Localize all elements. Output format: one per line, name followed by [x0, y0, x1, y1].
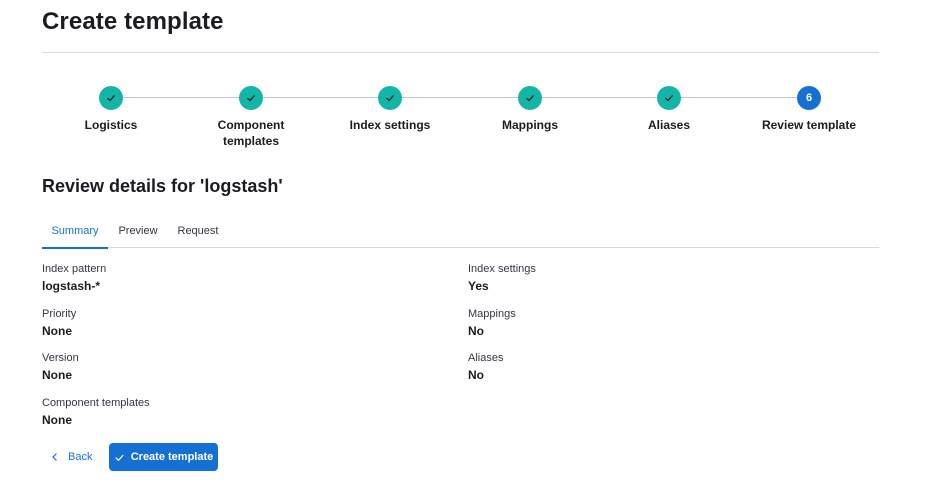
tab-summary[interactable]: Summary [42, 220, 108, 249]
summary-label: Priority [42, 308, 77, 320]
step-title: Aliases [647, 118, 691, 132]
summary-value: No [468, 324, 484, 338]
step-mappings[interactable]: Mappings [460, 86, 600, 133]
check-icon [518, 86, 542, 110]
step-component-templates[interactable]: Component templates [181, 86, 321, 149]
summary-value: None [42, 324, 72, 338]
title-divider [42, 52, 879, 53]
summary-index-settings: Index settings Yes [468, 262, 536, 294]
steps-progress: Logistics Component templates Index sett… [42, 86, 879, 156]
summary-component-templates: Component templates None [42, 396, 150, 428]
step-title: Logistics [84, 118, 138, 132]
summary-mappings: Mappings No [468, 307, 516, 339]
step-title: Component templates [217, 118, 285, 148]
summary-label: Index pattern [42, 263, 107, 275]
back-button[interactable]: Back [42, 444, 100, 470]
back-label: Back [68, 451, 93, 463]
tab-request[interactable]: Request [168, 220, 228, 248]
summary-label: Component templates [42, 397, 150, 409]
chevron-left-icon [52, 453, 57, 461]
summary-label: Mappings [468, 308, 516, 320]
page-title: Create template [42, 8, 224, 35]
summary-value: None [42, 413, 72, 427]
tab-preview[interactable]: Preview [110, 220, 166, 248]
step-aliases[interactable]: Aliases [599, 86, 739, 133]
summary-value: Yes [468, 279, 489, 293]
check-icon [99, 86, 123, 110]
step-title: Mappings [502, 118, 558, 132]
summary-value: None [42, 368, 72, 382]
check-icon [115, 454, 124, 461]
create-template-label: Create template [130, 451, 214, 463]
step-logistics[interactable]: Logistics [41, 86, 181, 133]
summary-version: Version None [42, 351, 79, 383]
review-title: Review details for 'logstash' [42, 176, 283, 196]
step-number: 6 [797, 86, 821, 110]
summary-priority: Priority None [42, 307, 76, 339]
step-review-template[interactable]: 6 Review template [739, 86, 879, 133]
check-icon [378, 86, 402, 110]
summary-label: Index settings [468, 263, 536, 275]
summary-value: No [468, 368, 484, 382]
step-title: Review template [761, 118, 857, 132]
create-template-button[interactable]: Create template [109, 443, 218, 471]
summary-value: logstash-* [42, 279, 101, 293]
review-tabs: Summary Preview Request [42, 220, 879, 249]
check-icon [657, 86, 681, 110]
step-index-settings[interactable]: Index settings [320, 86, 460, 133]
summary-index-pattern: Index pattern logstash-* [42, 262, 106, 294]
summary-label: Version [42, 352, 79, 364]
summary-aliases: Aliases No [468, 351, 503, 383]
check-icon [239, 86, 263, 110]
step-title: Index settings [349, 118, 431, 132]
summary-label: Aliases [468, 352, 504, 364]
